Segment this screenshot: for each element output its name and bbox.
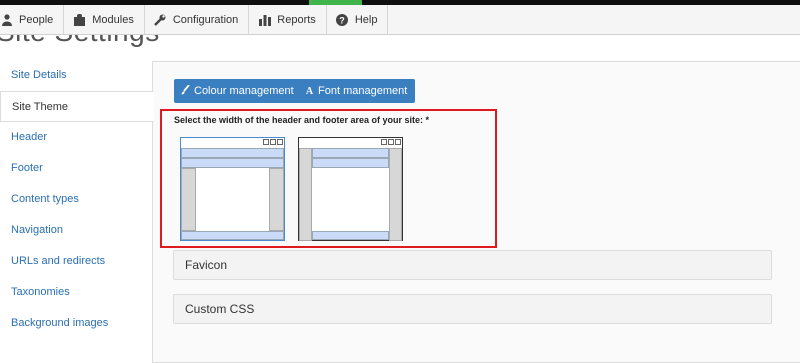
toolbar-people[interactable]: People (0, 5, 65, 34)
layout-nav-band (181, 158, 284, 168)
layout-left-gutter (299, 148, 312, 241)
layout-header-band (181, 148, 284, 158)
sidebar-item-footer[interactable]: Footer (0, 153, 153, 184)
puzzle-icon (73, 13, 86, 26)
favicon-panel[interactable]: Favicon (173, 250, 772, 280)
toolbar-help-label: Help (354, 13, 378, 26)
layout-option-boxed[interactable] (298, 137, 403, 241)
window-controls-icon (263, 139, 283, 145)
font-management-button[interactable]: A Font management (298, 79, 416, 103)
sidebar-item-content-types[interactable]: Content types (0, 184, 153, 215)
sidebar-item-site-details[interactable]: Site Details (0, 60, 153, 91)
sidebar-item-header[interactable]: Header (0, 122, 153, 153)
admin-toolbar: People Modules Configuration Reports ? H… (0, 5, 800, 35)
question-icon: ? (336, 13, 349, 26)
toolbar-modules[interactable]: Modules (64, 5, 145, 34)
layout-left-column (181, 168, 196, 231)
sidebar-item-site-theme[interactable]: Site Theme (0, 91, 154, 122)
wrench-icon (154, 13, 167, 26)
brush-icon (181, 83, 190, 98)
colour-management-button[interactable]: Colour management (174, 79, 302, 103)
sidebar-item-taxonomies[interactable]: Taxonomies (0, 277, 153, 308)
layout-nav-band (312, 158, 389, 168)
sidebar-item-background-images[interactable]: Background images (0, 308, 153, 339)
toolbar-help[interactable]: ? Help (327, 5, 389, 34)
toolbar-reports[interactable]: Reports (249, 5, 327, 34)
toolbar-modules-label: Modules (92, 13, 134, 26)
layout-right-column (269, 168, 284, 231)
bar-chart-icon (258, 13, 271, 26)
layout-footer-band (181, 231, 284, 240)
layout-option-full-width[interactable] (180, 137, 285, 241)
font-management-label: Font management (318, 85, 408, 97)
settings-sidebar: Site Details Site Theme Header Footer Co… (0, 60, 154, 339)
layout-width-prompt: Select the width of the header and foote… (174, 115, 430, 125)
toolbar-reports-label: Reports (277, 13, 316, 26)
window-controls-icon (381, 139, 401, 145)
layout-footer-band (312, 231, 389, 240)
font-icon: A (305, 85, 314, 98)
toolbar-configuration[interactable]: Configuration (145, 5, 250, 34)
toolbar-configuration-label: Configuration (172, 13, 239, 26)
svg-text:A: A (306, 86, 314, 95)
colour-management-label: Colour management (194, 85, 294, 97)
sidebar-item-navigation[interactable]: Navigation (0, 215, 153, 246)
svg-text:?: ? (340, 15, 346, 25)
custom-css-panel[interactable]: Custom CSS (173, 294, 772, 324)
layout-right-gutter (389, 148, 402, 241)
sidebar-item-urls-and-redirects[interactable]: URLs and redirects (0, 246, 153, 277)
toolbar-people-label: People (19, 13, 54, 26)
person-icon (0, 13, 13, 26)
layout-header-band (312, 148, 389, 158)
